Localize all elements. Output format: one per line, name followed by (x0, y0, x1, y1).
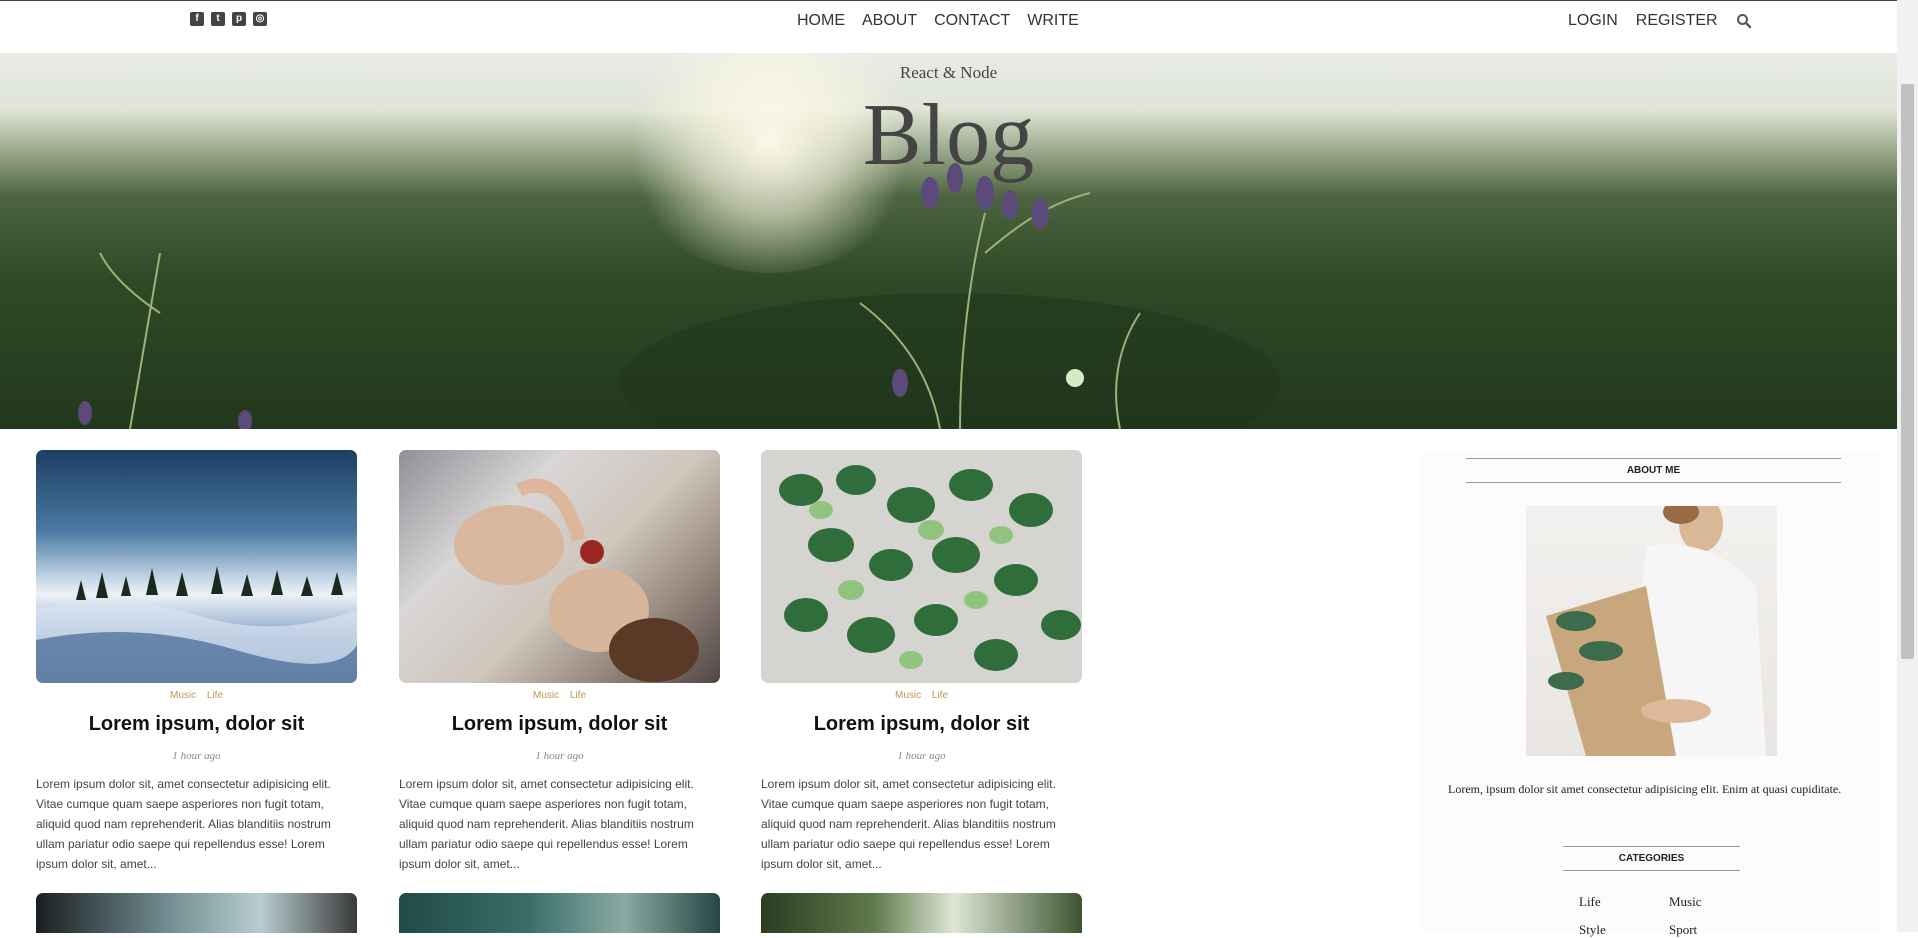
post-image[interactable] (399, 450, 720, 683)
category-link-music[interactable]: Music (1669, 894, 1702, 910)
post-description: Lorem ipsum dolor sit, amet consectetur … (36, 777, 331, 871)
nav-home-link[interactable]: HOME (797, 12, 845, 30)
nav-about-link[interactable]: ABOUT (862, 12, 917, 30)
post-categories: Music Life (399, 690, 720, 701)
post-title[interactable]: Lorem ipsum, dolor sit (36, 713, 357, 736)
twitter-square-icon[interactable]: t (211, 12, 225, 26)
post-date: 1 hour ago (535, 750, 584, 762)
about-me-heading: ABOUT ME (1466, 458, 1841, 483)
category-link-life[interactable]: Life (1579, 894, 1601, 910)
post-image[interactable] (36, 450, 357, 683)
hero-header: React & Node Blog (0, 53, 1897, 429)
snow-forest-image (36, 566, 357, 683)
instagram-square-icon[interactable]: ◎ (253, 12, 267, 26)
post-category[interactable]: Life (207, 690, 223, 701)
search-icon[interactable] (1736, 13, 1752, 29)
post-description: Lorem ipsum dolor sit, amet consectetur … (399, 777, 694, 871)
post-card[interactable]: Music Life Lorem ipsum, dolor sit 1 hour… (399, 450, 720, 874)
post-category[interactable]: Life (570, 690, 586, 701)
scrollbar-thumb[interactable] (1901, 84, 1914, 659)
categories-heading: CATEGORIES (1563, 846, 1740, 871)
post-description: Lorem ipsum dolor sit, amet consectetur … (761, 777, 1056, 871)
top-navbar: f t p ◎ HOME ABOUT CONTACT WRITE LOGIN R… (0, 0, 1897, 53)
post-category[interactable]: Music (533, 690, 559, 701)
main-nav: HOME ABOUT CONTACT WRITE (797, 12, 1079, 30)
hero-subtitle: React & Node (899, 63, 998, 82)
auth-nav: LOGIN REGISTER (1568, 12, 1718, 30)
post-categories: Music Life (761, 690, 1082, 701)
register-link[interactable]: REGISTER (1636, 12, 1718, 30)
login-link[interactable]: LOGIN (1568, 12, 1618, 30)
hero-title: Blog (862, 87, 1035, 184)
post-date: 1 hour ago (897, 750, 946, 762)
vertical-scrollbar[interactable] (1897, 0, 1918, 932)
post-category[interactable]: Life (932, 690, 948, 701)
sidebar: ABOUT ME Lorem, ipsum dolor sit amet con… (1421, 450, 1881, 937)
post-image[interactable] (761, 450, 1082, 683)
post-card[interactable]: Music Life Lorem ipsum, dolor sit 1 hour… (36, 450, 357, 874)
post-category[interactable]: Music (895, 690, 921, 701)
post-categories: Music Life (36, 690, 357, 701)
social-links: f t p ◎ (190, 12, 267, 26)
about-me-text: Lorem, ipsum dolor sit amet consectetur … (1448, 782, 1842, 796)
post-image[interactable] (399, 893, 720, 933)
category-link-style[interactable]: Style (1579, 922, 1606, 938)
facebook-square-icon[interactable]: f (190, 12, 204, 26)
post-category[interactable]: Music (170, 690, 196, 701)
post-image[interactable] (36, 893, 357, 933)
pinterest-square-icon[interactable]: p (232, 12, 246, 26)
post-date: 1 hour ago (172, 750, 221, 762)
category-link-sport[interactable]: Sport (1669, 922, 1697, 938)
nav-contact-link[interactable]: CONTACT (934, 12, 1010, 30)
post-image[interactable] (761, 893, 1082, 933)
about-me-image (1526, 506, 1777, 756)
ivy-leaves-image (779, 465, 1081, 671)
nav-write-link[interactable]: WRITE (1027, 12, 1079, 30)
post-card[interactable]: Music Life Lorem ipsum, dolor sit 1 hour… (761, 450, 1082, 874)
woman-apple-image (454, 478, 699, 682)
woman-bouquet-image (1546, 506, 1766, 756)
post-title[interactable]: Lorem ipsum, dolor sit (761, 713, 1082, 736)
post-title[interactable]: Lorem ipsum, dolor sit (399, 713, 720, 736)
